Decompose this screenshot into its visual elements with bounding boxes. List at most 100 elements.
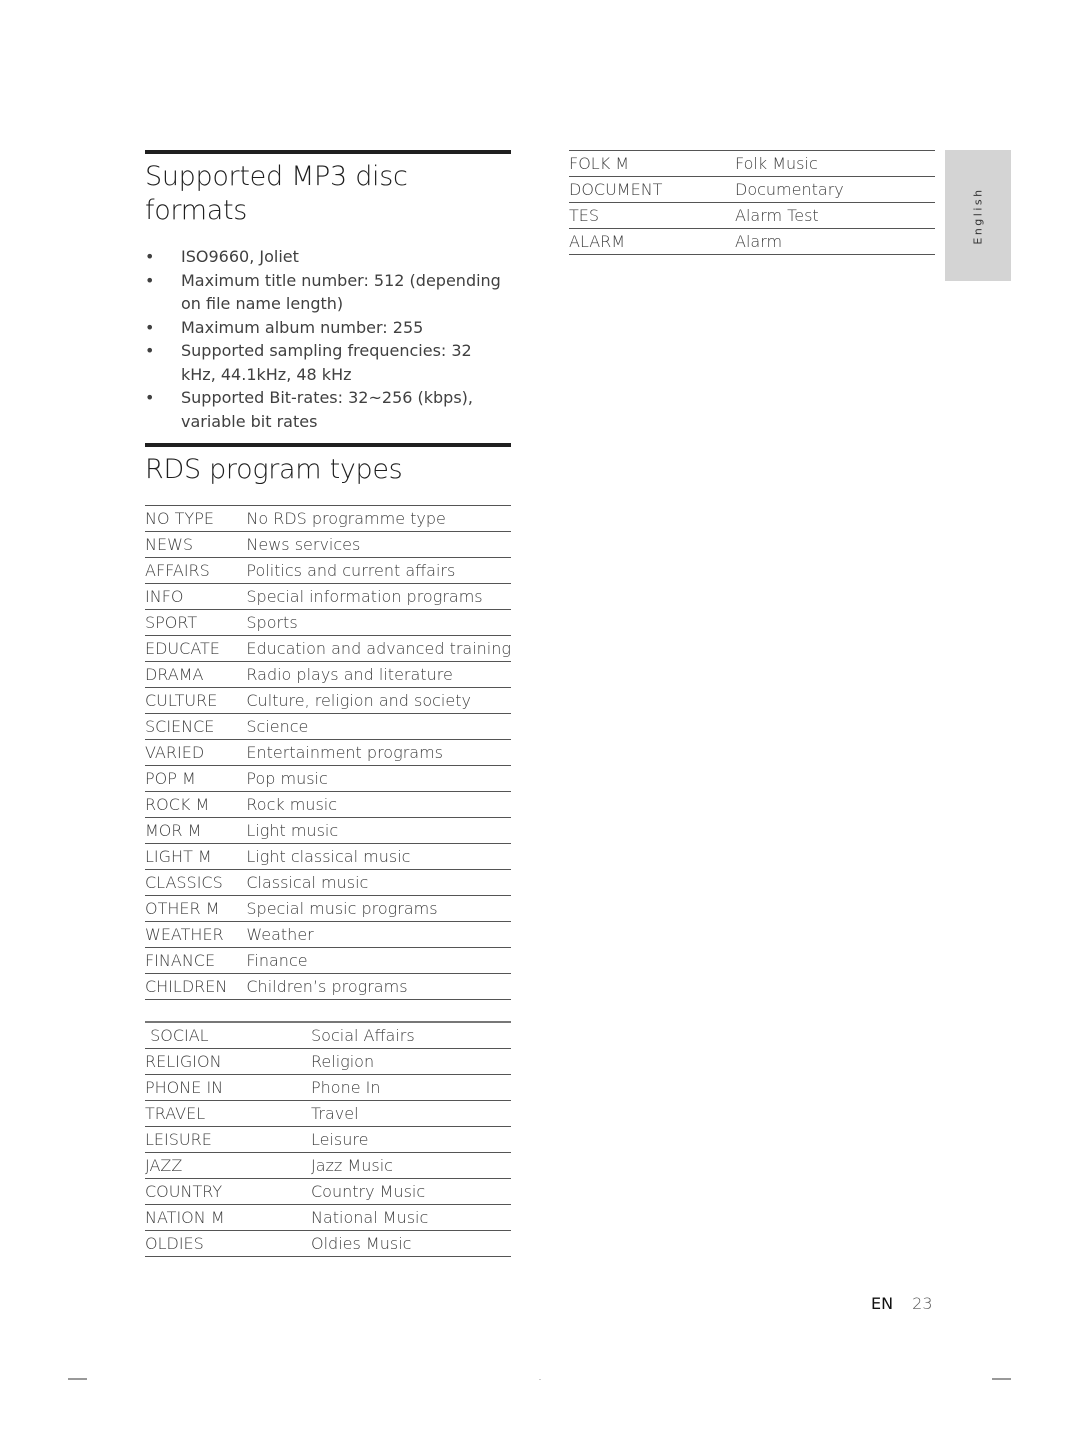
mp3-formats-section: Supported MP3 disc formats • ISO9660, Jol… [145, 150, 511, 433]
program-description: Finance [246, 947, 511, 974]
table-row: JAZZ Jazz Music [145, 1152, 511, 1179]
table-row: TRAVEL Travel [145, 1100, 511, 1127]
section-rule [145, 443, 511, 447]
mp3-format-item: • Maximum album number: 255 [145, 316, 511, 340]
program-code: NATION M [145, 1204, 311, 1231]
program-description: Classical music [246, 869, 511, 896]
program-code: TRAVEL [145, 1100, 311, 1127]
table-row: SPORT Sports [145, 609, 511, 636]
rds-table-continued: FOLK M Folk Music DOCUMENT Documentary TES Al… [569, 150, 935, 255]
table-row: COUNTRY Country Music [145, 1178, 511, 1205]
program-code: INFO [145, 583, 247, 610]
program-code: LIGHT M [145, 843, 247, 870]
mp3-format-text: Supported Bit-rates: 32~256 (kbps), vari… [181, 388, 473, 431]
table-row: ALARM Alarm [569, 228, 935, 255]
table-row: PHONE IN Phone In [145, 1074, 511, 1101]
program-description: News services [246, 531, 511, 558]
section-rule [145, 150, 511, 154]
crop-mark-left [68, 1378, 87, 1380]
program-code: SPORT [145, 609, 247, 636]
table-row: FINANCE Finance [145, 947, 511, 974]
program-description: Jazz Music [311, 1152, 511, 1179]
language-tab-label: English [971, 186, 985, 245]
table-row: NO TYPE No RDS programme type [145, 505, 511, 532]
program-code: COUNTRY [145, 1178, 311, 1205]
program-description: Phone In [311, 1074, 511, 1101]
program-description: Weather [246, 921, 511, 948]
table-row: INFO Special information programs [145, 583, 511, 610]
program-description: Radio plays and literature [246, 661, 511, 688]
program-code: SOCIAL [145, 1021, 311, 1049]
program-code: WEATHER [145, 921, 247, 948]
program-code: MOR M [145, 817, 247, 844]
rds-table-3: FOLK M Folk Music DOCUMENT Documentary TES Al… [569, 150, 935, 255]
program-description: Documentary [735, 176, 935, 203]
program-description: Sports [246, 609, 511, 636]
rds-title: RDS program types [145, 454, 403, 485]
program-description: Travel [311, 1100, 511, 1127]
footer-language: EN [871, 1294, 894, 1313]
program-code: NO TYPE [145, 505, 247, 532]
program-description: Social Affairs [311, 1021, 511, 1049]
program-code: VARIED [145, 739, 247, 766]
mp3-formats-title: Supported MP3 disc formats [145, 161, 408, 226]
table-row: VARIED Entertainment programs [145, 739, 511, 766]
language-tab: English [945, 150, 1011, 281]
program-code: DOCUMENT [569, 176, 735, 203]
program-description: Entertainment programs [246, 739, 511, 766]
bullet-icon: • [145, 270, 155, 290]
table-row: CULTURE Culture, religion and society [145, 687, 511, 714]
program-code: RELIGION [145, 1048, 311, 1075]
rds-table-1: NO TYPE No RDS programme type NEWS News ser… [145, 505, 511, 1000]
program-code: DRAMA [145, 661, 247, 688]
program-code: OTHER M [145, 895, 247, 922]
mp3-format-item: • ISO9660, Joliet [145, 245, 511, 269]
bullet-icon: • [145, 388, 155, 407]
program-code: POP M [145, 765, 247, 792]
program-code: CHILDREN [145, 973, 247, 1000]
table-row: CLASSICS Classical music [145, 869, 511, 896]
table-row: LEISURE Leisure [145, 1126, 511, 1153]
table-row: ROCK M Rock music [145, 791, 511, 818]
program-code: LEISURE [145, 1126, 311, 1153]
program-description: Culture, religion and society [246, 687, 511, 714]
table-row: RELIGION Religion [145, 1048, 511, 1075]
program-description: Oldies Music [311, 1230, 511, 1257]
program-code: SCIENCE [145, 713, 247, 740]
program-description: Rock music [246, 791, 511, 818]
program-description: Pop music [246, 765, 511, 792]
page-footer: EN 23 [871, 1294, 933, 1313]
program-code: PHONE IN [145, 1074, 311, 1101]
table-row: DOCUMENT Documentary [569, 176, 935, 203]
program-code: OLDIES [145, 1230, 311, 1257]
program-code: NEWS [145, 531, 247, 558]
table-row: NATION M National Music [145, 1204, 511, 1231]
program-code: TES [569, 202, 735, 229]
program-description: Leisure [311, 1126, 511, 1153]
program-code: EDUCATE [145, 635, 247, 662]
program-code: CLASSICS [145, 869, 247, 896]
program-description: Alarm [735, 228, 935, 255]
program-description: Alarm Test [735, 202, 935, 229]
table-row: OLDIES Oldies Music [145, 1230, 511, 1257]
bullet-icon: • [145, 317, 155, 337]
program-description: No RDS programme type [246, 505, 511, 532]
program-description: Special music programs [246, 895, 511, 922]
rds-table-2: SOCIAL Social Affairs RELIGION Religion PHON… [145, 1021, 511, 1257]
table-row: AFFAIRS Politics and current affairs [145, 557, 511, 584]
program-code: JAZZ [145, 1152, 311, 1179]
program-code: AFFAIRS [145, 557, 247, 584]
crop-mark-right [992, 1378, 1011, 1380]
program-code: ALARM [569, 228, 735, 255]
mp3-format-item: • Supported Bit-rates: 32~256 (kbps), var… [145, 386, 511, 433]
mp3-format-item: • Supported sampling frequencies: 32 kHz,… [145, 339, 511, 386]
program-description: Country Music [311, 1178, 511, 1205]
table-row: SOCIAL Social Affairs [145, 1021, 511, 1049]
program-description: Folk Music [735, 150, 935, 177]
table-row: OTHER M Special music programs [145, 895, 511, 922]
program-description: Children’s programs [246, 973, 511, 1000]
program-description: Religion [311, 1048, 511, 1075]
table-row: FOLK M Folk Music [569, 150, 935, 177]
program-description: Education and advanced training [246, 635, 511, 662]
table-row: SCIENCE Science [145, 713, 511, 740]
